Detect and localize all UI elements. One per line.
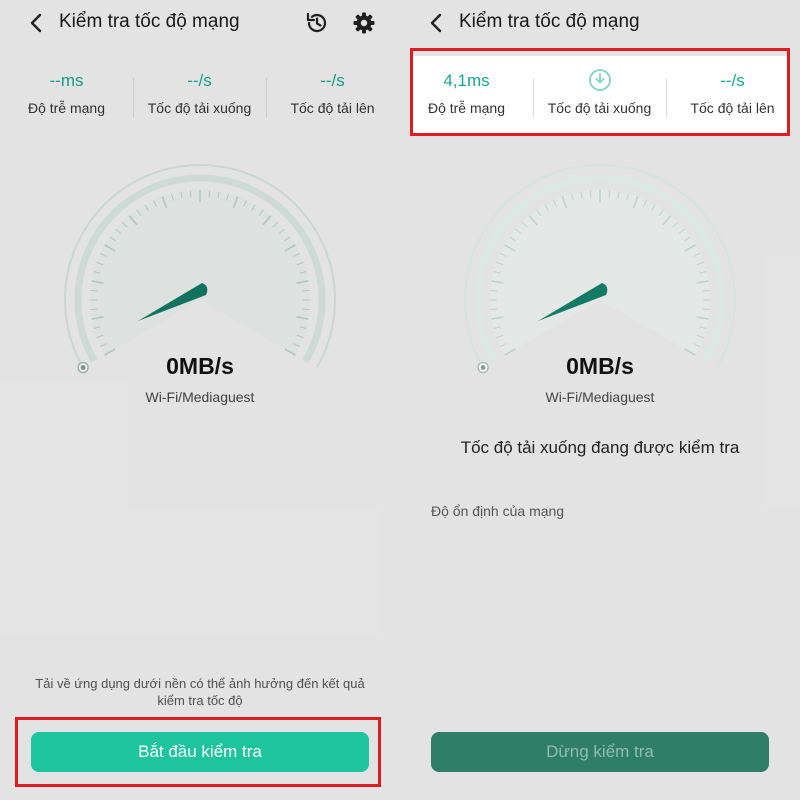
back-arrow-icon[interactable] [26,11,48,35]
gauge-tick [490,289,498,292]
background-apps-note: Tải về ứng dụng dưới nền có thể ảnh hưởn… [35,676,365,708]
gauge-tick [589,190,592,198]
speed-test-start-screen: Kiểm tra tốc độ mạng --ms Độ trễ mạng --… [0,0,400,800]
gauge-tick [189,190,192,198]
highlight-box [410,48,790,136]
upload-value: --/s [320,71,345,90]
latency-metric: --ms Độ trễ mạng [0,56,133,136]
latency-label: Độ trễ mạng [27,100,106,116]
network-name: Wi-Fi/Mediaguest [145,389,255,405]
history-icon[interactable] [304,10,330,36]
gauge-tick [702,289,710,292]
metrics-row: --ms Độ trễ mạng --/s Tốc độ tải xuống -… [0,56,400,136]
current-speed: 0MB/s [166,353,234,379]
gauge-tick [302,308,310,311]
gauge-tick [90,289,98,292]
page-title: Kiểm tra tốc độ mạng [59,11,240,32]
gauge-tick [608,190,611,198]
download-metric: --/s Tốc độ tải xuống [133,56,266,136]
stop-test-button[interactable]: Dừng kiểm tra [431,732,769,772]
page-title: Kiểm tra tốc độ mạng [459,11,640,32]
latency-value: --ms [49,71,84,90]
current-speed: 0MB/s [566,353,634,379]
start-test-button[interactable]: Bắt đầu kiểm tra [31,732,369,772]
gauge-tick [490,308,498,311]
gauge-tick [90,308,98,311]
back-arrow-icon[interactable] [426,11,448,35]
speed-test-running-screen: Kiểm tra tốc độ mạng 4,1ms Độ trễ mạng T… [400,0,800,800]
speedometer-icon [464,164,736,374]
speedometer-icon [64,164,336,374]
upload-label: Tốc độ tải lên [290,100,375,116]
gauge-face [89,189,310,355]
divider [431,540,769,541]
gear-icon[interactable] [351,10,377,36]
network-stability-label: Độ ổn định của mạng [431,503,565,519]
upload-metric: --/s Tốc độ tải lên [266,56,399,136]
network-name: Wi-Fi/Mediaguest [545,389,655,405]
top-bar: Kiểm tra tốc độ mạng [400,0,800,46]
test-status-text: Tốc độ tải xuống đang được kiểm tra [460,438,740,457]
gauge-tick [702,308,710,311]
download-label: Tốc độ tải xuống [147,100,252,116]
download-value: --/s [187,71,212,90]
gauge-face [490,189,710,355]
top-bar: Kiểm tra tốc độ mạng [0,0,400,46]
gauge-tick [302,289,310,292]
gauge-tick [208,190,211,198]
divider [431,580,769,581]
